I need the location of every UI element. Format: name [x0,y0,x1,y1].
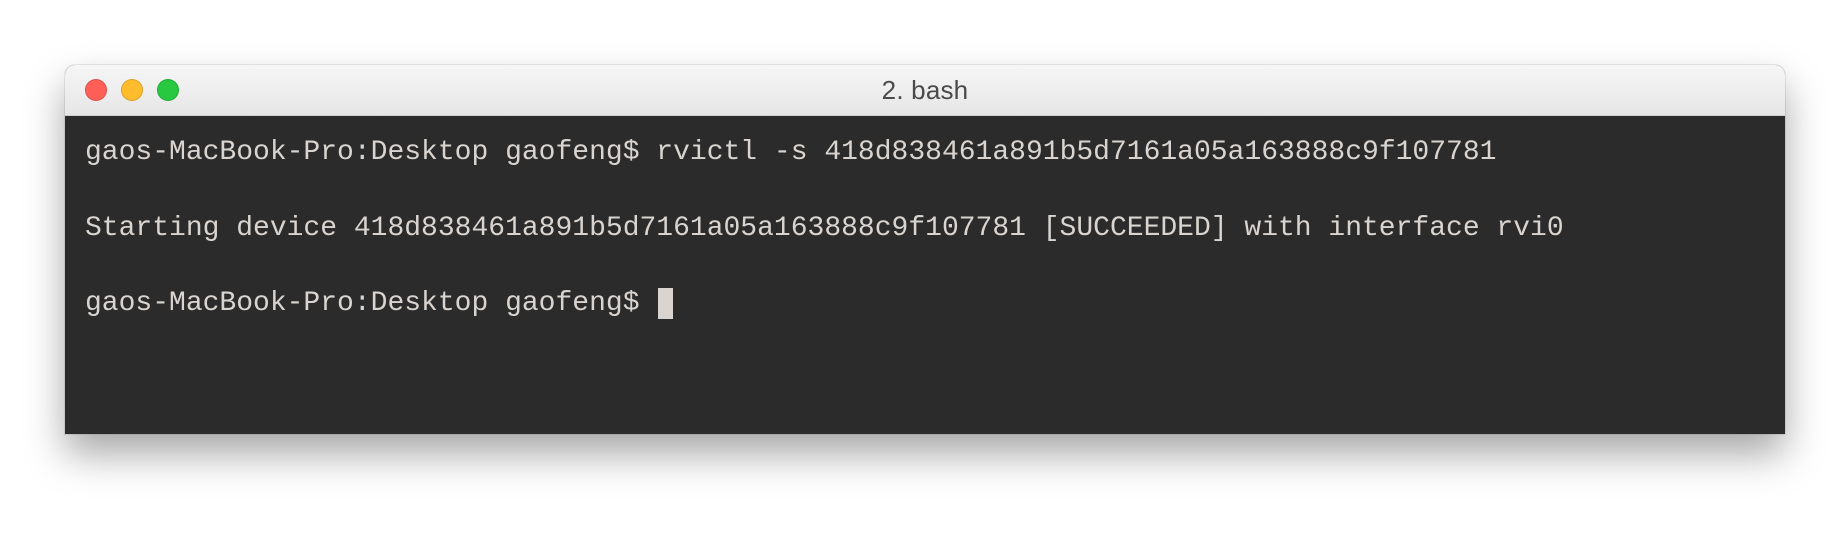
terminal-line: gaos-MacBook-Pro:Desktop gaofeng$ [85,285,1765,323]
cursor-icon [658,288,673,319]
terminal-blank-line [85,172,1765,210]
terminal-body[interactable]: gaos-MacBook-Pro:Desktop gaofeng$ rvictl… [65,116,1785,434]
close-button[interactable] [85,79,107,101]
zoom-button[interactable] [157,79,179,101]
terminal-line: gaos-MacBook-Pro:Desktop gaofeng$ rvictl… [85,134,1765,172]
shell-prompt: gaos-MacBook-Pro:Desktop gaofeng$ [85,137,656,168]
window-titlebar[interactable]: 2. bash [65,65,1785,116]
shell-command: rvictl -s 418d838461a891b5d7161a05a16388… [656,137,1496,168]
terminal-window: 2. bash gaos-MacBook-Pro:Desktop gaofeng… [65,65,1785,434]
terminal-blank-line [85,247,1765,285]
window-controls [85,79,179,101]
minimize-button[interactable] [121,79,143,101]
window-title: 2. bash [65,75,1785,106]
shell-prompt: gaos-MacBook-Pro:Desktop gaofeng$ [85,288,656,319]
terminal-output-line: Starting device 418d838461a891b5d7161a05… [85,210,1765,248]
